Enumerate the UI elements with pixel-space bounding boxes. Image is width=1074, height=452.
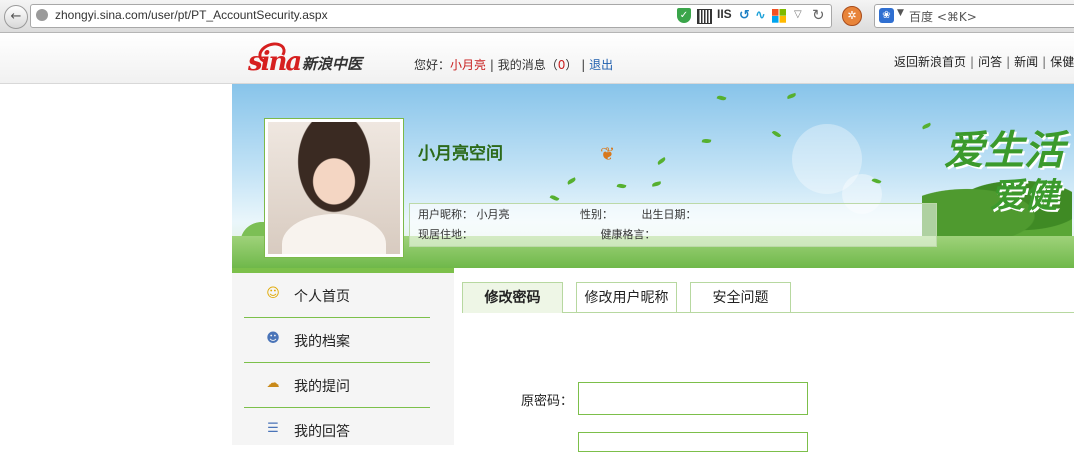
avatar-photo bbox=[268, 122, 400, 254]
wave-icon[interactable]: ↺ bbox=[739, 9, 753, 23]
messages-close: ） bbox=[565, 58, 578, 72]
browser-toolbar: ← zhongyi.sina.com/user/pt/PT_AccountSec… bbox=[0, 0, 1074, 33]
username-link[interactable]: 小月亮 bbox=[450, 58, 486, 72]
tab-change-nickname[interactable]: 修改用户昵称 bbox=[576, 282, 677, 312]
back-arrow-icon[interactable]: ← bbox=[4, 5, 28, 29]
gender-label: 性别： bbox=[580, 208, 613, 221]
sidebar-item-profile[interactable]: ☻ 我的档案 bbox=[244, 318, 430, 363]
sidebar-item-label[interactable]: 个人首页 bbox=[294, 286, 350, 306]
messages-link[interactable]: 我的消息（ bbox=[498, 58, 558, 72]
tab-content bbox=[462, 312, 1074, 441]
iis-icon[interactable]: IIS bbox=[717, 7, 732, 21]
butterfly-icon: ❦ bbox=[600, 144, 616, 165]
chat-bubbles-icon: ☁ bbox=[266, 376, 280, 391]
leaf-decoration bbox=[701, 138, 712, 144]
sina-logo[interactable]: sina bbox=[248, 49, 302, 75]
document-icon: ☰ bbox=[267, 421, 279, 436]
top-links: 返回新浪首页 | 问答 | 新闻 | 保健 bbox=[894, 53, 1074, 70]
reload-icon[interactable]: ↻ bbox=[812, 6, 825, 24]
leaf-decoration bbox=[616, 182, 627, 190]
link-health[interactable]: 保健 bbox=[1050, 55, 1074, 69]
residence-label: 现居住地： bbox=[418, 228, 473, 241]
tab-security-question[interactable]: 安全问题 bbox=[690, 282, 791, 312]
avatar[interactable] bbox=[264, 118, 404, 258]
tab-change-password[interactable]: 修改密码 bbox=[462, 282, 563, 313]
new-password-field[interactable] bbox=[578, 432, 808, 452]
link-qa[interactable]: 问答 bbox=[978, 55, 1002, 69]
separator: | bbox=[1042, 55, 1047, 69]
leaf-decoration bbox=[656, 157, 667, 165]
link-sina-home[interactable]: 返回新浪首页 bbox=[894, 55, 966, 69]
space-title: 小月亮空间 bbox=[418, 144, 503, 164]
site-subtitle[interactable]: 新浪中医 bbox=[302, 53, 362, 74]
leaf-decoration bbox=[771, 129, 782, 139]
windows-icon[interactable] bbox=[772, 9, 786, 23]
user-profile-icon: ☻ bbox=[266, 331, 280, 346]
leaf-decoration bbox=[716, 94, 727, 102]
info-row-1: 用户昵称： 小月亮 性别： 出生日期： bbox=[418, 206, 697, 222]
search-input[interactable]: 百度 <⌘K> bbox=[909, 8, 977, 25]
info-row-2: 现居住地： 健康格言： bbox=[418, 226, 656, 242]
old-password-field[interactable] bbox=[578, 382, 808, 415]
site-header: sina 新浪中医 您好：小月亮 | 我的消息（0） | 退出 返回新浪首页 | 问… bbox=[0, 33, 1074, 84]
sidebar-item-answers[interactable]: ☰ 我的回答 bbox=[244, 408, 430, 452]
link-news[interactable]: 新闻 bbox=[1014, 55, 1038, 69]
sidebar-item-questions[interactable]: ☁ 我的提问 bbox=[244, 363, 430, 408]
sidebar-item-label[interactable]: 我的档案 bbox=[294, 331, 350, 351]
leaf-decoration bbox=[651, 181, 662, 187]
address-bar[interactable]: zhongyi.sina.com/user/pt/PT_AccountSecur… bbox=[30, 4, 832, 28]
addon-icon[interactable]: ✲ bbox=[842, 6, 862, 26]
profile-info-box: 用户昵称： 小月亮 性别： 出生日期： 现居住地： 健康格言： bbox=[409, 203, 937, 247]
slogan-line-2: 爱健 bbox=[990, 176, 1058, 216]
leaf-decoration bbox=[566, 177, 577, 185]
sidebar-item-label[interactable]: 我的提问 bbox=[294, 376, 350, 396]
birthday-label: 出生日期： bbox=[641, 208, 697, 221]
url-text[interactable]: zhongyi.sina.com/user/pt/PT_AccountSecur… bbox=[55, 8, 328, 22]
user-greeting: 您好：小月亮 | 我的消息（0） | 退出 bbox=[414, 56, 613, 73]
chevron-down-icon[interactable]: ▽ bbox=[794, 9, 802, 20]
separator: | bbox=[581, 58, 586, 72]
sidebar-item-label[interactable]: 我的回答 bbox=[294, 421, 350, 441]
old-password-label: 原密码： bbox=[521, 394, 574, 409]
separator: | bbox=[1006, 55, 1011, 69]
search-box[interactable]: ❀ ▼ 百度 <⌘K> bbox=[874, 4, 1074, 28]
leaf-decoration bbox=[549, 194, 560, 202]
wave-icon-2[interactable]: ∿ bbox=[755, 9, 769, 23]
separator: | bbox=[489, 58, 494, 72]
qr-code-icon[interactable] bbox=[697, 9, 712, 24]
motto-label: 健康格言： bbox=[600, 228, 656, 241]
smiley-icon: ☺ bbox=[266, 286, 280, 301]
engine-dropdown-icon[interactable]: ▼ bbox=[897, 8, 904, 18]
shield-icon[interactable]: ✓ bbox=[677, 8, 691, 23]
baidu-paw-icon[interactable]: ❀ bbox=[879, 8, 894, 23]
sidebar: ☺ 个人首页 ☻ 我的档案 ☁ 我的提问 ☰ 我的回答 bbox=[232, 268, 454, 445]
globe-icon bbox=[36, 9, 48, 21]
logout-link[interactable]: 退出 bbox=[589, 58, 613, 72]
leaf-decoration bbox=[786, 92, 797, 100]
separator: | bbox=[970, 55, 975, 69]
nickname-label: 用户昵称： bbox=[418, 208, 473, 221]
leaf-decoration bbox=[921, 122, 932, 130]
nickname-value: 小月亮 bbox=[476, 208, 510, 221]
greeting-prefix: 您好： bbox=[414, 58, 451, 72]
sidebar-item-home[interactable]: ☺ 个人首页 bbox=[244, 273, 430, 318]
avatar-shoulders bbox=[282, 214, 386, 254]
